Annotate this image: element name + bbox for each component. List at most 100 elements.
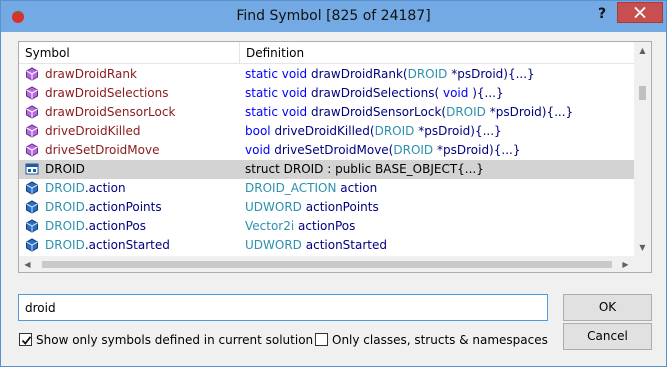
scroll-left-icon[interactable]: ◀ [19, 256, 36, 272]
symbol-definition: static void drawDroidRank(DROID *psDroid… [245, 65, 634, 84]
list-item[interactable]: DROID struct DROID : public BASE_OBJECT{.… [19, 160, 634, 179]
list-item[interactable]: DROID.actionPos Vector2i actionPos [19, 217, 634, 236]
window-title: Find Symbol [825 of 24187] [236, 8, 431, 24]
checkbox-label: Only classes, structs & namespaces [332, 333, 548, 347]
list-item[interactable]: drawDroidSelections static void drawDroid… [19, 84, 634, 103]
definition-part: drawDroidRank( [310, 67, 408, 81]
symbol-name: DROID.actionPoints [45, 198, 240, 217]
symbol-name: drawDroidSensorLock [45, 103, 240, 122]
field-icon [25, 219, 39, 233]
symbol-name-part: DROID [45, 181, 85, 195]
symbol-list[interactable]: Symbol Definition drawDroidRank static vo… [18, 41, 652, 273]
list-item[interactable]: drawDroidSensorLock static void drawDroid… [19, 103, 634, 122]
method-icon [25, 105, 39, 119]
checkbox-box[interactable] [19, 333, 32, 346]
symbol-name: drawDroidRank [45, 65, 240, 84]
scroll-up-icon[interactable]: ▲ [634, 42, 651, 59]
column-header-symbol[interactable]: Symbol [19, 42, 240, 64]
checkmark-icon [21, 336, 32, 345]
help-button[interactable]: ? [589, 3, 615, 25]
list-item[interactable]: driveDroidKilled bool driveDroidKilled(DR… [19, 122, 634, 141]
definition-part: actionPos [294, 219, 356, 233]
definition-part: *psDroid){...} [447, 67, 535, 81]
scroll-right-icon[interactable]: ▶ [617, 256, 634, 272]
list-item[interactable]: DROID.action DROID_ACTION action [19, 179, 634, 198]
list-item[interactable]: DROID.actionPoints UDWORD actionPoints [19, 198, 634, 217]
definition-part: action [336, 181, 378, 195]
horizontal-scroll-thumb[interactable] [42, 261, 612, 268]
vertical-scroll-thumb[interactable] [639, 86, 646, 100]
checkbox-box[interactable] [315, 333, 328, 346]
symbol-name: DROID.action [45, 179, 240, 198]
symbol-name-part: drawDroidRank [45, 67, 137, 81]
symbol-name-part: .actionPos [84, 219, 146, 233]
symbol-name: driveDroidKilled [45, 122, 240, 141]
definition-part: DROID [407, 67, 448, 81]
close-icon [634, 7, 646, 18]
close-button[interactable] [617, 2, 663, 23]
symbol-name-part: driveSetDroidMove [45, 143, 160, 157]
definition-part: static void [245, 67, 311, 81]
symbol-name-part: drawDroidSelections [45, 86, 169, 100]
definition-part: drawDroidSensorLock( [310, 105, 447, 119]
symbol-name: drawDroidSelections [45, 84, 240, 103]
symbol-name-part: DROID [45, 162, 85, 176]
definition-part: *psDroid){...} [485, 105, 574, 119]
definition-part: DROID_ACTION [245, 181, 337, 195]
find-symbol-dialog: Find Symbol [825 of 24187] ? Symbol Defi… [0, 0, 667, 367]
definition-part: driveDroidKilled( [274, 124, 375, 138]
symbol-name-part: .actionPoints [84, 200, 162, 214]
definition-part: Vector2i [245, 219, 295, 233]
horizontal-scrollbar[interactable]: ◀ ▶ [19, 256, 634, 272]
scrollbar-corner [634, 256, 651, 272]
definition-part: *psDroid){...} [414, 124, 502, 138]
definition-part: DROID [393, 143, 434, 157]
definition-part: driveSetDroidMove( [274, 143, 394, 157]
checkbox-label: Show only symbols defined in current sol… [36, 333, 314, 347]
title-bar[interactable]: Find Symbol [825 of 24187] ? [1, 1, 666, 32]
definition-part: UDWORD [245, 238, 302, 252]
definition-part: void [442, 86, 469, 100]
definition-part: struct DROID : public BASE_OBJECT{...} [245, 162, 484, 176]
ok-button[interactable]: OK [563, 294, 652, 321]
symbol-name-part: .actionStarted [84, 238, 170, 252]
method-icon [25, 124, 39, 138]
field-icon [25, 238, 39, 252]
symbol-name-part: drawDroidSensorLock [45, 105, 176, 119]
symbol-definition: UDWORD actionStarted [245, 236, 634, 255]
definition-part: void [245, 143, 275, 157]
symbol-name: DROID [45, 160, 240, 179]
definition-part: actionPoints [301, 200, 379, 214]
definition-part: DROID [446, 105, 486, 119]
symbol-definition: static void drawDroidSensorLock(DROID *p… [245, 103, 634, 122]
vertical-scrollbar[interactable]: ▲ ▼ [634, 42, 651, 256]
current-solution-only-checkbox[interactable]: Show only symbols defined in current sol… [19, 332, 313, 348]
list-item[interactable]: DROID.actionStarted UDWORD actionStarted [19, 236, 634, 255]
column-header-definition[interactable]: Definition [240, 42, 634, 64]
symbol-definition: void driveSetDroidMove(DROID *psDroid){.… [245, 141, 634, 160]
definition-part: UDWORD [245, 200, 302, 214]
definition-part: static void [245, 86, 311, 100]
list-header: Symbol Definition [19, 42, 634, 64]
cancel-button[interactable]: Cancel [563, 323, 652, 350]
list-item[interactable]: driveSetDroidMove void driveSetDroidMove(… [19, 141, 634, 160]
list-rows: drawDroidRank static void drawDroidRank(D… [19, 65, 634, 272]
symbol-name-part: DROID [45, 238, 85, 252]
list-item[interactable]: drawDroidRank static void drawDroidRank(D… [19, 65, 634, 84]
symbol-name-part: DROID [45, 200, 85, 214]
symbol-name-part: DROID [45, 219, 85, 233]
method-icon [25, 67, 39, 81]
classes-only-checkbox[interactable]: Only classes, structs & namespaces [315, 332, 548, 348]
struct-icon [25, 162, 39, 176]
definition-part: actionStarted [301, 238, 387, 252]
symbol-definition: Vector2i actionPos [245, 217, 634, 236]
field-icon [25, 200, 39, 214]
search-input[interactable] [18, 294, 548, 321]
definition-part: bool [245, 124, 275, 138]
method-icon [25, 143, 39, 157]
field-icon [25, 181, 39, 195]
symbol-name: DROID.actionPos [45, 217, 240, 236]
symbol-name-part: .action [84, 181, 126, 195]
symbol-definition: DROID_ACTION action [245, 179, 634, 198]
scroll-down-icon[interactable]: ▼ [634, 239, 651, 256]
